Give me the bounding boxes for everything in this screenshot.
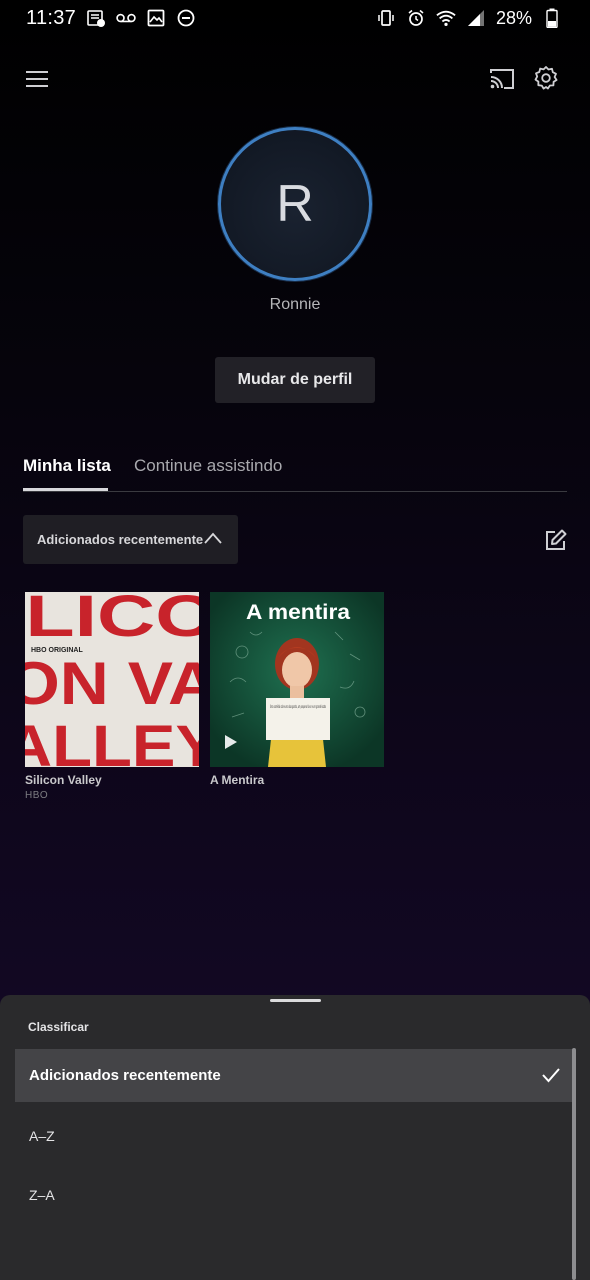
avatar-initial: R (276, 175, 314, 233)
poster-a-mentira[interactable]: A mentira Uma comédia sobre uma boa garo… (210, 592, 384, 767)
sort-dropdown[interactable]: Adicionados recentemente (23, 515, 238, 564)
voicemail-icon (116, 8, 136, 28)
poster-art-line-2: ON VA (25, 650, 199, 717)
sort-current-label: Adicionados recentemente (37, 532, 204, 547)
sheet-title: Classificar (28, 1020, 89, 1034)
edit-icon (546, 529, 567, 550)
poster-art-sign: Uma comédia sobre uma boa garota, um peq… (270, 704, 326, 709)
sort-option-label: Adicionados recentemente (29, 1067, 221, 1084)
gear-icon (534, 66, 558, 90)
switch-profile-button[interactable]: Mudar de perfil (215, 357, 375, 403)
alarm-icon (406, 8, 426, 28)
poster-art-title: A mentira (246, 601, 350, 624)
do-not-disturb-icon (176, 8, 196, 28)
top-app-bar (0, 60, 590, 100)
battery-icon (542, 8, 562, 28)
sheet-scrollbar[interactable] (572, 1048, 576, 1280)
menu-button[interactable] (24, 66, 50, 92)
status-bar: 11:37 28% (0, 0, 590, 36)
active-tab-indicator (23, 488, 108, 491)
sort-option-label: A–Z (29, 1127, 55, 1144)
tabs: Minha lista Continue assistindo (23, 450, 567, 492)
profile-screen: 11:37 28% R Ronnie Mudar de perfil Minha… (0, 0, 590, 1280)
wifi-icon (436, 8, 456, 28)
poster-art-line-1: ILICO (25, 592, 199, 649)
sheet-drag-handle[interactable] (270, 999, 321, 1002)
cast-button[interactable] (488, 65, 516, 93)
sort-bottom-sheet: Classificar Adicionados recentemente A–Z… (0, 995, 590, 1280)
battery-percent: 28% (495, 7, 532, 28)
cast-icon (490, 69, 514, 89)
sort-option-label: Z–A (29, 1186, 55, 1203)
silicon-valley-poster-art: ILICO HBO ORIGINAL ON VA ALLEY (25, 592, 199, 767)
check-icon (542, 1068, 560, 1083)
tab-my-list[interactable]: Minha lista (23, 456, 111, 476)
chevron-up-icon (204, 532, 222, 544)
a-mentira-poster-art: A mentira Uma comédia sobre uma boa garo… (210, 592, 384, 767)
image-icon (146, 8, 166, 28)
vibrate-icon (376, 8, 396, 28)
sort-option-recently-added[interactable]: Adicionados recentemente (15, 1049, 575, 1102)
poster-title-silicon-valley[interactable]: Silicon Valley (25, 773, 102, 787)
settings-button[interactable] (533, 65, 559, 91)
cell-signal-icon (466, 8, 486, 28)
poster-silicon-valley[interactable]: ILICO HBO ORIGINAL ON VA ALLEY (25, 592, 199, 767)
status-time: 11:37 (26, 6, 77, 29)
status-right: 28% (376, 8, 562, 29)
hamburger-menu-icon (26, 71, 48, 87)
profile-name: Ronnie (269, 296, 321, 313)
profile-avatar[interactable]: R (218, 127, 372, 281)
sort-option-a-z[interactable]: A–Z (15, 1109, 575, 1162)
tab-continue-watching[interactable]: Continue assistindo (134, 456, 282, 476)
sort-option-z-a[interactable]: Z–A (15, 1168, 575, 1221)
poster-art-line-3: ALLEY (25, 714, 199, 767)
poster-title-a-mentira[interactable]: A Mentira (210, 773, 264, 787)
poster-network-hbo: HBO (25, 790, 49, 801)
status-left: 11:37 (26, 7, 196, 30)
edit-list-button[interactable] (544, 528, 568, 552)
calendar-notification-icon (86, 8, 106, 28)
